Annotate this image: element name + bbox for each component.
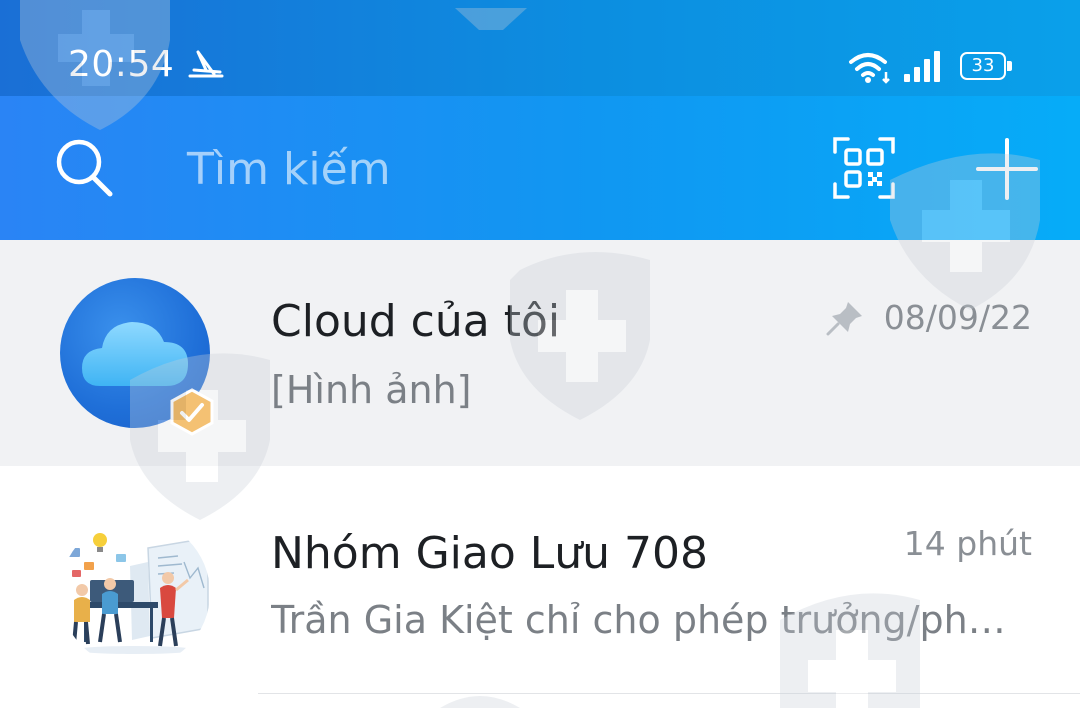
conversation-time: 08/09/22: [883, 298, 1032, 337]
conversation-time: 14 phút: [903, 524, 1032, 563]
app-notification-icon: [188, 50, 224, 78]
verified-badge-icon: [170, 388, 214, 436]
pin-icon: [826, 302, 862, 336]
app-screen: 20:54 33 Tìm kiếm Cloud của tôi [Hình ản…: [0, 0, 1080, 708]
conversation-item-group[interactable]: Nhóm Giao Lưu 708 Trần Gia Kiệt chỉ cho …: [0, 466, 1080, 694]
battery-tip: [1007, 61, 1012, 71]
status-time: 20:54: [68, 44, 175, 85]
conversation-name: Nhóm Giao Lưu 708: [271, 528, 709, 579]
conversation-name: Cloud của tôi: [271, 296, 561, 347]
plus-icon[interactable]: [974, 136, 1040, 202]
group-avatar: [60, 518, 210, 668]
conversation-preview: Trần Gia Kiệt chỉ cho phép trưởng/phó...: [271, 598, 1011, 642]
qr-code-icon[interactable]: [832, 136, 896, 200]
search-icon[interactable]: [54, 136, 114, 198]
divider: [258, 693, 1080, 694]
status-bar: 20:54 33: [0, 0, 1080, 96]
header-bar: [0, 96, 1080, 240]
conversation-item-cloud[interactable]: Cloud của tôi [Hình ảnh] 08/09/22: [0, 240, 1080, 466]
conversation-preview: [Hình ảnh]: [271, 368, 472, 412]
search-input[interactable]: Tìm kiếm: [187, 144, 391, 195]
group-illustration-icon: [60, 518, 210, 668]
battery-icon: 33: [960, 52, 1012, 80]
wifi-icon: [849, 53, 890, 84]
signal-icon: [904, 51, 940, 82]
battery-level: 33: [960, 52, 1006, 80]
